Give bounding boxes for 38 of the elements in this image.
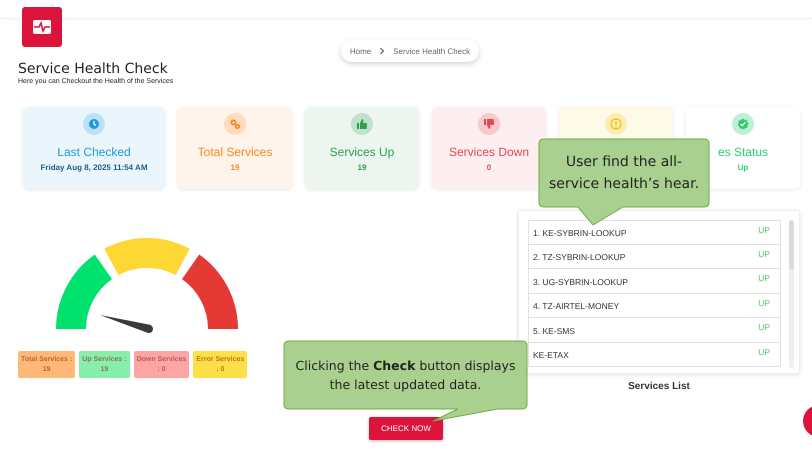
- service-name: KE-ETAX: [533, 350, 569, 360]
- scrollbar[interactable]: [789, 220, 794, 368]
- card-value: Friday Aug 8, 2025 11:54 AM: [40, 163, 148, 172]
- card-value: 19: [230, 163, 240, 172]
- service-name: 1. KE-SYBRIN-LOOKUP: [533, 228, 627, 238]
- callout-text: Clicking the Check button displays the latest updated data.: [294, 357, 516, 394]
- service-status: UP: [758, 248, 770, 260]
- home-link[interactable]: Home: [350, 46, 372, 56]
- services-list-title: Services List: [628, 381, 690, 392]
- service-status: UP: [758, 298, 770, 310]
- callout-text: User find the all-service health’s hear.: [548, 153, 700, 194]
- card-title: Services Down: [448, 145, 530, 159]
- card-value: 0: [486, 163, 492, 172]
- service-row[interactable]: 1. KE-SYBRIN-LOOKUP UP: [528, 220, 781, 244]
- service-name: 4. TZ-AIRTEL-MONEY: [533, 301, 620, 312]
- service-status: UP: [758, 322, 770, 334]
- service-row[interactable]: KE-ETAX UP: [528, 342, 781, 367]
- page-title: Service Health Check: [18, 61, 169, 77]
- card-title: es Status: [718, 145, 768, 159]
- check-now-button[interactable]: CHECK NOW: [369, 417, 443, 440]
- service-row[interactable]: 3. UG-SYBRIN-LOOKUP UP: [528, 269, 781, 294]
- service-row[interactable]: 2. TZ-SYBRIN-LOOKUP UP: [528, 244, 781, 269]
- card-value: Up: [738, 163, 748, 172]
- service-status: UP: [758, 346, 770, 358]
- breadcrumb-current: Service Health Check: [393, 46, 470, 56]
- card-title: Last Checked: [57, 145, 131, 159]
- service-row[interactable]: 5. KE-SMS UP: [528, 318, 781, 342]
- service-status: UP: [758, 273, 770, 285]
- card-title: Services Up: [330, 145, 394, 159]
- chevron-icon: [379, 47, 386, 55]
- service-name: 2. TZ-SYBRIN-LOOKUP: [533, 252, 626, 262]
- card-title: Total Services: [198, 145, 272, 159]
- service-row[interactable]: 4. TZ-AIRTEL-MONEY UP: [528, 294, 781, 318]
- logo-icon[interactable]: [22, 7, 62, 47]
- service-status: UP: [758, 225, 770, 237]
- card-value: 19: [358, 163, 366, 172]
- service-name: 5. KE-SMS: [533, 326, 576, 336]
- service-name: 3. UG-SYBRIN-LOOKUP: [533, 276, 628, 287]
